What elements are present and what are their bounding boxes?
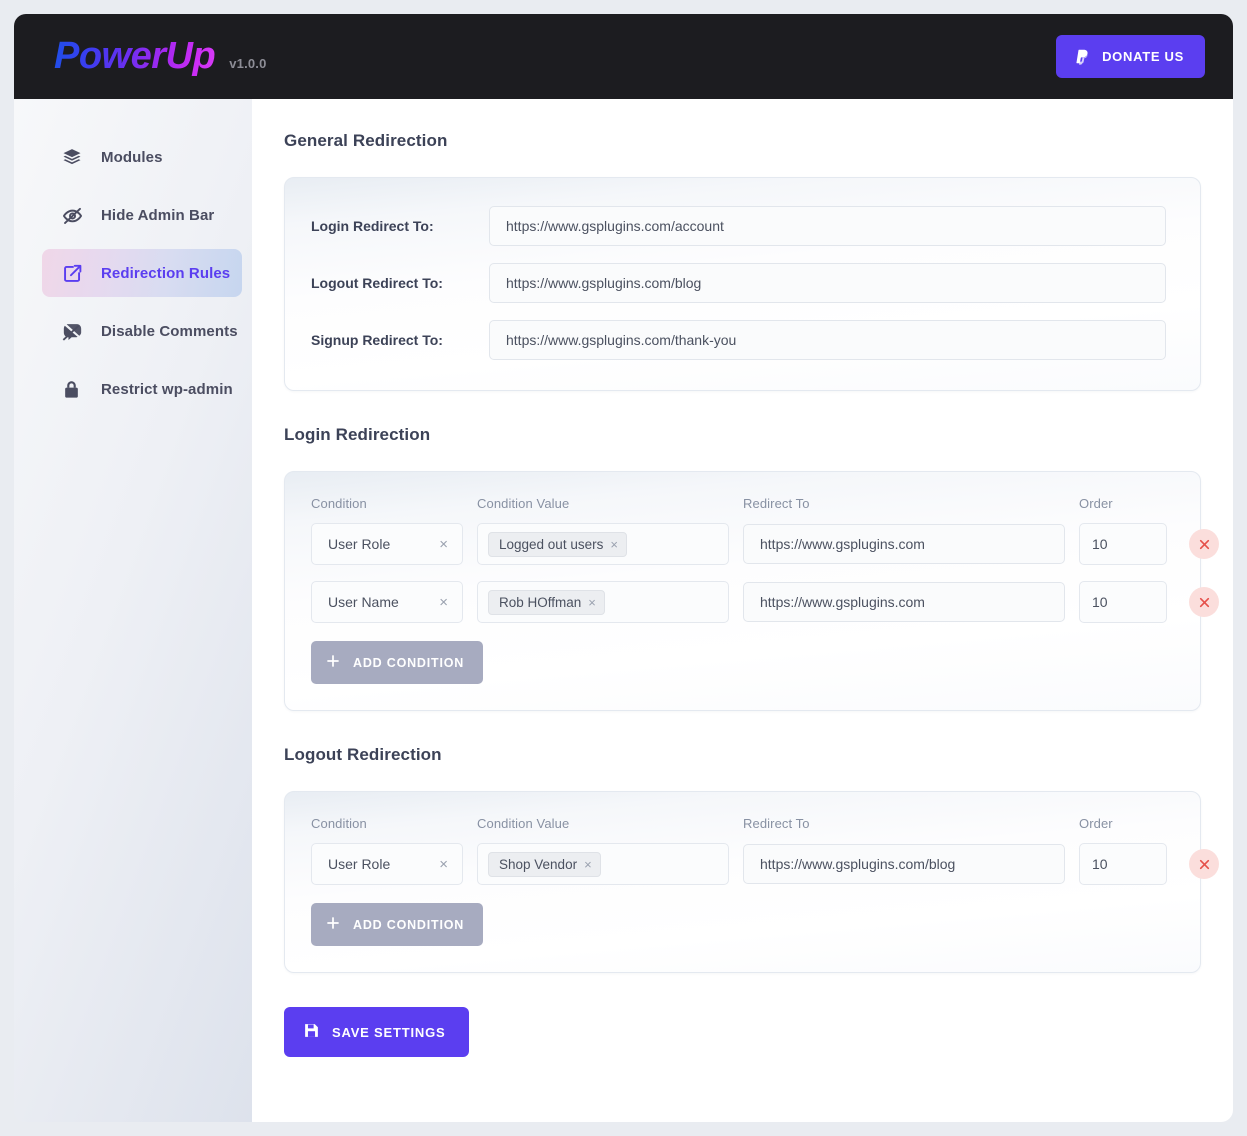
clear-icon[interactable]: ×	[433, 537, 448, 552]
column-header-condition: Condition	[311, 496, 367, 511]
general-redirection-card: Login Redirect To: Logout Redirect To: S…	[284, 177, 1201, 391]
sidebar-item-hide-admin-bar[interactable]: Hide Admin Bar	[42, 191, 242, 239]
close-icon	[1198, 858, 1211, 871]
condition-value-chip[interactable]: Rob HOffman ×	[488, 589, 605, 615]
add-condition-label: ADD CONDITION	[353, 917, 465, 932]
condition-value-select[interactable]: Shop Vendor ×	[477, 843, 729, 885]
condition-select-value: User Role	[328, 536, 391, 552]
delete-row-button[interactable]	[1189, 587, 1219, 617]
redirect-to-input[interactable]	[743, 844, 1065, 884]
login-redirect-input[interactable]	[489, 206, 1166, 246]
eye-off-icon	[62, 205, 84, 226]
condition-select-value: User Role	[328, 856, 391, 872]
sidebar-item-label: Hide Admin Bar	[101, 206, 215, 224]
app-root: PowerUp v1.0.0 DONATE US Modules Hide Ad…	[0, 0, 1247, 1136]
sidebar-item-label: Disable Comments	[101, 322, 238, 340]
condition-select[interactable]: User Name ×	[311, 581, 463, 623]
sidebar-item-disable-comments[interactable]: Disable Comments	[42, 307, 242, 355]
condition-value-select[interactable]: Logged out users ×	[477, 523, 729, 565]
main-content: General Redirection Login Redirect To: L…	[252, 99, 1233, 1122]
table-row: User Role × Shop Vendor ×	[311, 843, 1219, 885]
layers-icon	[62, 147, 84, 167]
order-input[interactable]	[1079, 843, 1167, 885]
close-icon	[1198, 538, 1211, 551]
external-link-icon	[62, 263, 84, 284]
column-header-redirect-to: Redirect To	[743, 496, 810, 511]
add-condition-button-logout[interactable]: ADD CONDITION	[311, 903, 484, 946]
clear-icon[interactable]: ×	[433, 595, 448, 610]
add-condition-button-login[interactable]: ADD CONDITION	[311, 641, 484, 684]
column-header-condition-value: Condition Value	[477, 496, 570, 511]
condition-value-chip[interactable]: Logged out users ×	[488, 531, 627, 557]
sidebar-item-label: Redirection Rules	[101, 264, 231, 282]
signup-redirect-label: Signup Redirect To:	[311, 332, 443, 348]
app-header: PowerUp v1.0.0 DONATE US	[14, 14, 1233, 99]
condition-value-select[interactable]: Rob HOffman ×	[477, 581, 729, 623]
save-settings-label: SAVE SETTINGS	[332, 1024, 446, 1040]
sidebar-item-label: Modules	[101, 148, 163, 166]
delete-row-button[interactable]	[1189, 849, 1219, 879]
login-redirection-card: Condition Condition Value Redirect To Or…	[284, 471, 1219, 711]
comment-off-icon	[62, 321, 84, 342]
sidebar-item-restrict-wp-admin[interactable]: Restrict wp-admin	[42, 365, 242, 413]
logout-redirect-input[interactable]	[489, 263, 1166, 303]
login-rules-header: Condition Condition Value Redirect To Or…	[311, 496, 1174, 511]
donate-us-button[interactable]: DONATE US	[1056, 35, 1205, 78]
column-header-condition: Condition	[311, 816, 367, 831]
sidebar-item-modules[interactable]: Modules	[42, 133, 242, 181]
plus-icon	[325, 915, 341, 934]
condition-select-value: User Name	[328, 594, 399, 610]
order-input[interactable]	[1079, 523, 1167, 565]
chip-remove-icon[interactable]: ×	[584, 858, 592, 871]
order-input[interactable]	[1079, 581, 1167, 623]
redirect-to-input[interactable]	[743, 524, 1065, 564]
body-area: Modules Hide Admin Bar Redirection Rules…	[14, 99, 1233, 1122]
page-title-logout-redirection: Logout Redirection	[284, 745, 442, 764]
save-settings-button[interactable]: SAVE SETTINGS	[284, 1007, 470, 1057]
redirect-to-input[interactable]	[743, 582, 1065, 622]
delete-row-button[interactable]	[1189, 529, 1219, 559]
page-title-general-redirection: General Redirection	[284, 131, 448, 150]
add-condition-label: ADD CONDITION	[353, 655, 465, 670]
column-header-order: Order	[1079, 816, 1113, 831]
column-header-condition-value: Condition Value	[477, 816, 570, 831]
signup-redirect-input[interactable]	[489, 320, 1166, 360]
sidebar-item-label: Restrict wp-admin	[101, 380, 233, 398]
page-title-login-redirection: Login Redirection	[284, 425, 431, 444]
chip-remove-icon[interactable]: ×	[588, 596, 596, 609]
column-header-order: Order	[1079, 496, 1113, 511]
app-logo: PowerUp	[54, 35, 216, 77]
chip-label: Rob HOffman	[499, 594, 582, 610]
sidebar: Modules Hide Admin Bar Redirection Rules…	[14, 99, 252, 1122]
sidebar-item-redirection-rules[interactable]: Redirection Rules	[42, 249, 242, 297]
logout-rules-header: Condition Condition Value Redirect To Or…	[311, 816, 1174, 831]
general-field-row: Login Redirect To:	[311, 206, 1166, 246]
version-label: v1.0.0	[229, 56, 267, 71]
chip-label: Logged out users	[499, 536, 604, 552]
clear-icon[interactable]: ×	[433, 857, 448, 872]
paypal-icon	[1074, 48, 1091, 65]
table-row: User Role × Logged out users ×	[311, 523, 1219, 565]
close-icon	[1198, 596, 1211, 609]
floppy-disk-icon	[303, 1022, 320, 1042]
condition-value-chip[interactable]: Shop Vendor ×	[488, 851, 601, 877]
condition-select[interactable]: User Role ×	[311, 843, 463, 885]
table-row: User Name × Rob HOffman ×	[311, 581, 1219, 623]
logout-redirect-label: Logout Redirect To:	[311, 275, 443, 291]
general-field-row: Logout Redirect To:	[311, 263, 1166, 303]
chip-remove-icon[interactable]: ×	[610, 538, 618, 551]
plus-icon	[325, 653, 341, 672]
donate-us-label: DONATE US	[1102, 49, 1184, 64]
login-redirect-label: Login Redirect To:	[311, 218, 434, 234]
general-field-row: Signup Redirect To:	[311, 320, 1166, 360]
chip-label: Shop Vendor	[499, 856, 578, 872]
logout-redirection-card: Condition Condition Value Redirect To Or…	[284, 791, 1219, 973]
brand-block: PowerUp v1.0.0	[54, 35, 1056, 78]
lock-icon	[62, 380, 84, 399]
condition-select[interactable]: User Role ×	[311, 523, 463, 565]
column-header-redirect-to: Redirect To	[743, 816, 810, 831]
